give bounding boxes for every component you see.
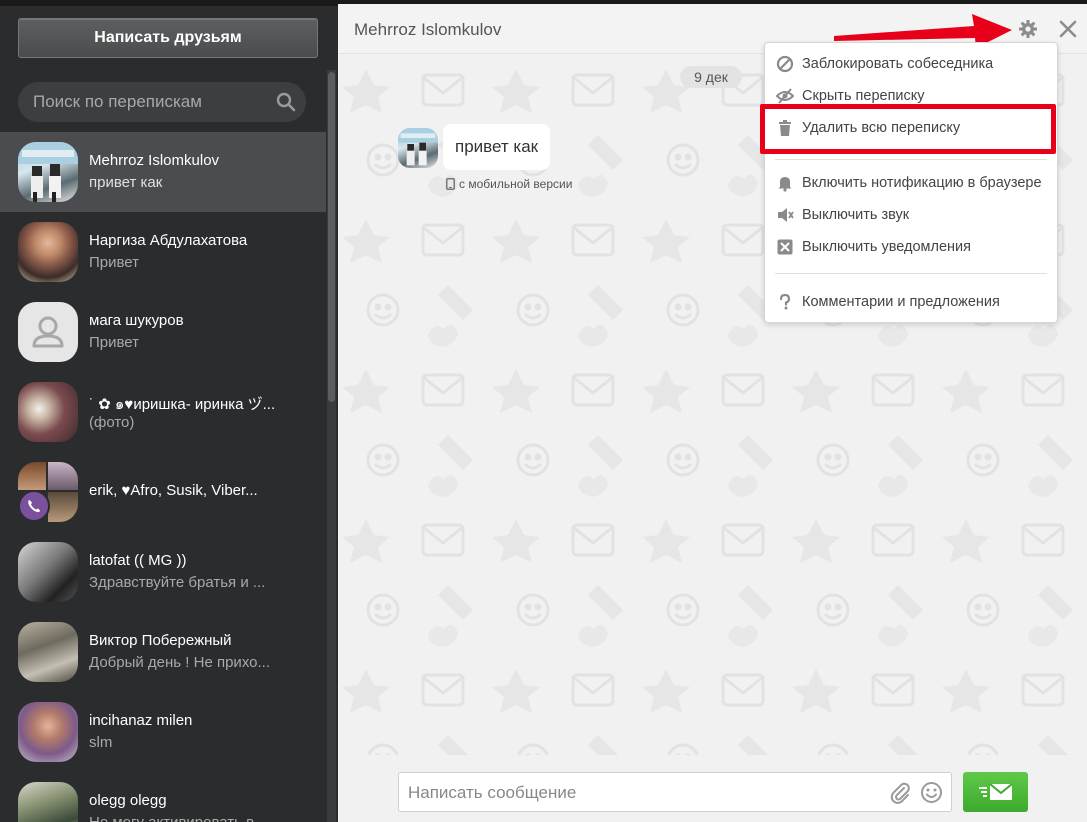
conversation-name: incihanaz milen [89,712,193,729]
conversation-item[interactable]: мага шукуров Привет [0,292,326,372]
conversation-item[interactable]: Mehrroz Islomkulov привет как [0,132,326,212]
menu-item-label: Комментарии и предложения [802,294,1000,310]
send-envelope-icon [978,783,1013,800]
avatar [18,382,78,442]
paperclip-icon[interactable] [889,782,911,804]
search-placeholder: Поиск по перепискам [33,92,202,111]
group-member-photo [48,492,78,522]
conversation-name: Виктор Побережный [89,632,232,649]
group-member-photo [18,462,46,490]
conversation-preview: Добрый день ! Не прихо... [89,654,270,671]
group-avatar [18,462,78,522]
avatar-placeholder [18,302,78,362]
conversation-preview: Привет [89,334,140,351]
search-icon[interactable] [276,92,296,112]
avatar [18,142,78,202]
conversation-preview: (фото) [89,414,135,431]
avatar [18,542,78,602]
chat-settings-menu: Заблокировать собеседника Скрыть перепис… [764,42,1058,323]
conversation-preview: Привет [89,254,140,271]
viber-icon [18,490,50,522]
conversation-name: Mehrroz Islomkulov [89,152,220,169]
conversation-item[interactable]: Наргиза Абдулахатова Привет [0,212,326,292]
menu-item-mute-sound[interactable]: Выключить звук [765,201,1059,229]
message-input[interactable]: Написать сообщение [398,772,952,812]
write-to-friends-label: Написать друзьям [94,29,242,46]
avatar-photo [18,142,78,202]
conversation-preview: привет как [89,174,163,191]
smile-icon[interactable] [920,781,943,804]
date-separator: 9 дек [680,66,742,88]
message-bubble[interactable]: привет как [443,124,551,170]
conversation-item[interactable]: olegg olegg Не могу активировать в... [0,772,326,822]
conversation-search-input[interactable]: Поиск по перепискам [18,82,306,122]
eye-off-icon [776,88,794,104]
message-text: привет как [455,137,539,156]
avatar [18,622,78,682]
send-button[interactable] [963,772,1028,812]
question-icon [779,293,791,310]
chat-title: Mehrroz Islomkulov [354,20,502,39]
menu-item-label: Скрыть переписку [802,88,925,104]
menu-item-label: Заблокировать собеседника [802,56,994,72]
conversation-preview: Не могу активировать в... [89,814,319,822]
avatar-photo [398,128,438,166]
menu-item-label: Выключить звук [802,207,910,223]
conversation-list: Mehrroz Islomkulov привет как Наргиза Аб… [0,132,326,822]
menu-item-disable-notifications[interactable]: Выключить уведомления [765,233,1059,261]
sidebar-top-strip [0,0,338,6]
scrollbar-thumb[interactable] [328,72,335,402]
gear-icon[interactable] [1018,19,1038,39]
sidebar: Написать друзьям Поиск по перепискам Meh… [0,0,338,822]
red-highlight-annotation [760,104,1056,154]
conversation-item[interactable]: incihanaz milen slm [0,692,326,772]
menu-item-label: Включить нотификацию в браузере [802,175,1042,191]
message-input-placeholder: Написать сообщение [408,783,577,802]
block-icon [776,55,794,73]
menu-item-enable-browser-notifications[interactable]: Включить нотификацию в браузере [765,169,1059,197]
menu-item-label: Выключить уведомления [802,239,972,255]
conversation-name: мага шукуров [89,312,184,329]
user-silhouette-icon [32,316,64,348]
conversation-preview: Здравствуйте братья и ... [89,574,266,591]
conversation-name: erik, ♥Afro, Susik, Viber... [89,482,258,499]
mute-icon [778,208,794,222]
menu-item-block-user[interactable]: Заблокировать собеседника [765,50,1059,78]
message-meta-text: с мобильной версии [459,177,573,191]
conversation-preview: slm [89,734,113,751]
group-member-photo [48,462,78,490]
conversation-name: latofat (( MG )) [89,552,187,569]
conversation-item[interactable]: ˙ ✿ ๑♥иришка- иринка ヅ... (фото) [0,372,326,452]
message-meta: с мобильной версии [446,177,572,191]
sidebar-scrollbar[interactable] [327,70,336,822]
menu-divider [775,273,1047,274]
message-avatar[interactable] [398,128,438,168]
notifications-off-icon [777,239,793,255]
conversation-item[interactable]: Виктор Побережный Добрый день ! Не прихо… [0,612,326,692]
menu-item-feedback[interactable]: Комментарии и предложения [765,288,1059,316]
conversation-name: ˙ ✿ ๑♥иришка- иринка ヅ... [89,396,276,413]
write-to-friends-button[interactable]: Написать друзьям [18,18,318,58]
avatar [18,702,78,762]
conversation-name: olegg olegg [89,792,167,809]
bell-icon [778,177,792,192]
conversation-name: Наргиза Абдулахатова [89,232,248,249]
close-icon[interactable] [1058,19,1078,39]
conversation-item[interactable]: latofat (( MG )) Здравствуйте братья и .… [0,532,326,612]
menu-divider [775,159,1047,160]
avatar [18,782,78,822]
conversation-item[interactable]: erik, ♥Afro, Susik, Viber... [0,452,326,532]
mobile-phone-icon [446,178,455,190]
avatar [18,222,78,282]
